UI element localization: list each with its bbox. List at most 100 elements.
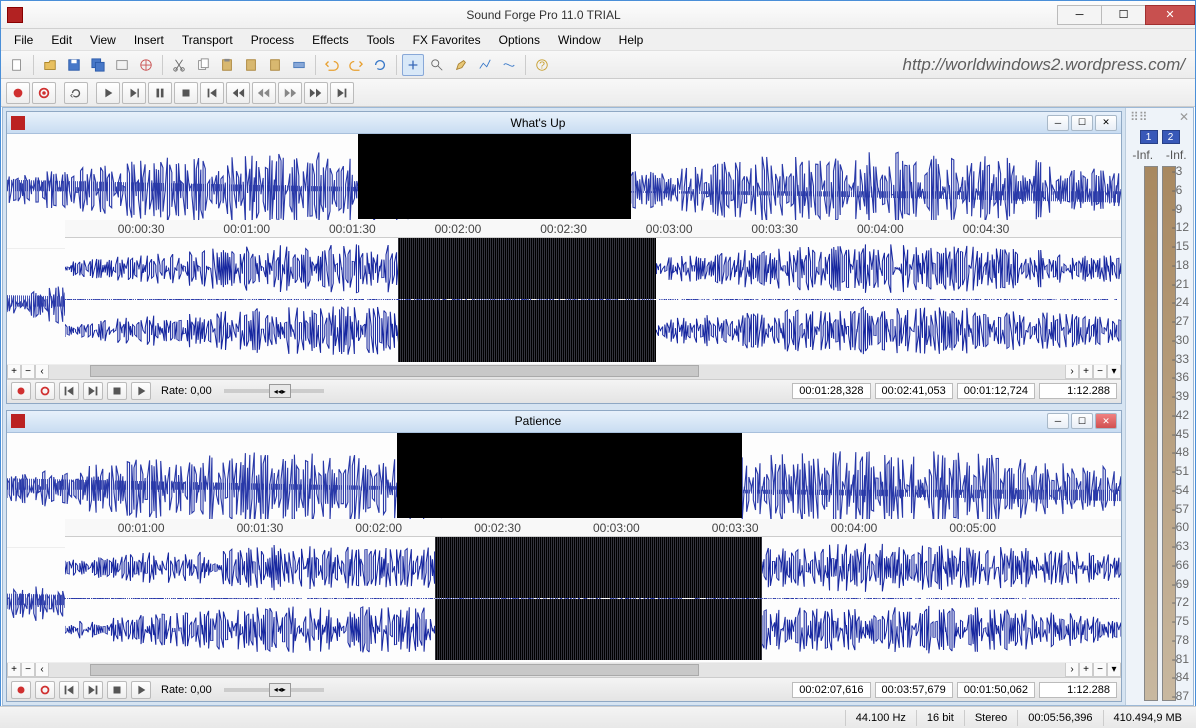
- time-zoom[interactable]: 1:12.288: [1039, 383, 1117, 399]
- hscrollbar[interactable]: [49, 364, 1065, 379]
- waveform[interactable]: [65, 238, 1121, 299]
- selection[interactable]: [435, 537, 762, 598]
- footer-play-button[interactable]: [131, 681, 151, 699]
- gotostart-button[interactable]: [200, 82, 224, 104]
- hscrollbar[interactable]: [49, 662, 1065, 677]
- pause-button[interactable]: [148, 82, 172, 104]
- time-end[interactable]: 00:02:41,053: [875, 383, 953, 399]
- record-arm-button[interactable]: [32, 82, 56, 104]
- waveform[interactable]: [65, 300, 1121, 361]
- selection[interactable]: [398, 300, 657, 361]
- tool-edit-button[interactable]: [402, 54, 424, 76]
- scroll-left-button[interactable]: ‹: [35, 662, 49, 677]
- time-start[interactable]: 00:02:07,616: [792, 682, 870, 698]
- footer-record-button[interactable]: [11, 681, 31, 699]
- footer-stop-button[interactable]: [107, 382, 127, 400]
- tool-env-button[interactable]: [498, 54, 520, 76]
- minimize-button[interactable]: ─: [1057, 5, 1102, 25]
- selection[interactable]: [398, 238, 657, 299]
- stop-button[interactable]: [174, 82, 198, 104]
- trim-button[interactable]: [288, 54, 310, 76]
- grip-icon[interactable]: ⠿⠿: [1130, 110, 1148, 124]
- close-button[interactable]: ✕: [1145, 5, 1195, 25]
- footer-gotoend-button[interactable]: [83, 681, 103, 699]
- menu-options[interactable]: Options: [490, 31, 549, 49]
- undo-button[interactable]: [321, 54, 343, 76]
- overview[interactable]: [7, 433, 1121, 519]
- paste-button[interactable]: [216, 54, 238, 76]
- render-button[interactable]: [111, 54, 133, 76]
- track-maximize-button[interactable]: ☐: [1071, 115, 1093, 131]
- menu-insert[interactable]: Insert: [125, 31, 173, 49]
- footer-recordarm-button[interactable]: [35, 382, 55, 400]
- menu-process[interactable]: Process: [242, 31, 303, 49]
- footer-stop-button[interactable]: [107, 681, 127, 699]
- menu-effects[interactable]: Effects: [303, 31, 357, 49]
- cut-button[interactable]: [168, 54, 190, 76]
- track-minimize-button[interactable]: ─: [1047, 115, 1069, 131]
- footer-record-button[interactable]: [11, 382, 31, 400]
- zoomin-h-button[interactable]: +: [1079, 662, 1093, 677]
- track-close-button[interactable]: ✕: [1095, 413, 1117, 429]
- track-maximize-button[interactable]: ☐: [1071, 413, 1093, 429]
- track-titlebar[interactable]: Patience ─ ☐ ✕: [7, 411, 1121, 433]
- rate-slider[interactable]: ◂◂▸: [224, 688, 324, 692]
- track-minimize-button[interactable]: ─: [1047, 413, 1069, 429]
- footer-play-button[interactable]: [131, 382, 151, 400]
- footer-gotoend-button[interactable]: [83, 382, 103, 400]
- tool-pencil-button[interactable]: [450, 54, 472, 76]
- whatsthis-button[interactable]: ?: [531, 54, 553, 76]
- gotoend-button[interactable]: [330, 82, 354, 104]
- time-start[interactable]: 00:01:28,328: [792, 383, 870, 399]
- save-button[interactable]: [63, 54, 85, 76]
- redo-button[interactable]: [345, 54, 367, 76]
- menu-fxfavorites[interactable]: FX Favorites: [404, 31, 490, 49]
- rate-slider[interactable]: ◂◂▸: [224, 389, 324, 393]
- repeat-button[interactable]: [369, 54, 391, 76]
- overview-selection[interactable]: [358, 134, 631, 219]
- meters-close-button[interactable]: ✕: [1179, 110, 1189, 124]
- zoomin-h-button[interactable]: +: [1079, 364, 1093, 379]
- selection[interactable]: [435, 599, 762, 660]
- new-button[interactable]: [6, 54, 28, 76]
- footer-gotostart-button[interactable]: [59, 681, 79, 699]
- meter-ch-1[interactable]: 1: [1140, 130, 1158, 144]
- time-length[interactable]: 00:01:50,062: [957, 682, 1035, 698]
- zoom-menu-button[interactable]: ▾: [1107, 364, 1121, 379]
- time-ruler[interactable]: 00:01:0000:01:3000:02:0000:02:3000:03:00…: [65, 519, 1121, 537]
- zoomout-v-button[interactable]: −: [21, 364, 35, 379]
- play-button[interactable]: [96, 82, 120, 104]
- fastforward-button[interactable]: [304, 82, 328, 104]
- rewind-button[interactable]: [226, 82, 250, 104]
- time-length[interactable]: 00:01:12,724: [957, 383, 1035, 399]
- publish-button[interactable]: [135, 54, 157, 76]
- menu-file[interactable]: File: [5, 31, 42, 49]
- pastenew-button[interactable]: [264, 54, 286, 76]
- menu-help[interactable]: Help: [610, 31, 653, 49]
- overview-selection[interactable]: [397, 433, 742, 518]
- playall-button[interactable]: [122, 82, 146, 104]
- saveall-button[interactable]: [87, 54, 109, 76]
- open-button[interactable]: [39, 54, 61, 76]
- menu-transport[interactable]: Transport: [173, 31, 242, 49]
- scroll-right-button[interactable]: ›: [1065, 364, 1079, 379]
- time-end[interactable]: 00:03:57,679: [875, 682, 953, 698]
- zoomout-v-button[interactable]: −: [21, 662, 35, 677]
- forward-button[interactable]: [278, 82, 302, 104]
- scroll-left-button[interactable]: ‹: [35, 364, 49, 379]
- menu-tools[interactable]: Tools: [358, 31, 404, 49]
- menu-edit[interactable]: Edit: [42, 31, 81, 49]
- overview[interactable]: [7, 134, 1121, 220]
- record-button[interactable]: [6, 82, 30, 104]
- slider-thumb[interactable]: ◂◂▸: [269, 384, 291, 398]
- back-button[interactable]: [252, 82, 276, 104]
- zoomout-h-button[interactable]: −: [1093, 364, 1107, 379]
- loop-button[interactable]: [64, 82, 88, 104]
- track-close-button[interactable]: ✕: [1095, 115, 1117, 131]
- time-ruler[interactable]: 00:00:3000:01:0000:01:3000:02:0000:02:30…: [65, 220, 1121, 238]
- zoomout-h-button[interactable]: −: [1093, 662, 1107, 677]
- slider-thumb[interactable]: ◂◂▸: [269, 683, 291, 697]
- copy-button[interactable]: [192, 54, 214, 76]
- scroll-right-button[interactable]: ›: [1065, 662, 1079, 677]
- tool-magnify-button[interactable]: [426, 54, 448, 76]
